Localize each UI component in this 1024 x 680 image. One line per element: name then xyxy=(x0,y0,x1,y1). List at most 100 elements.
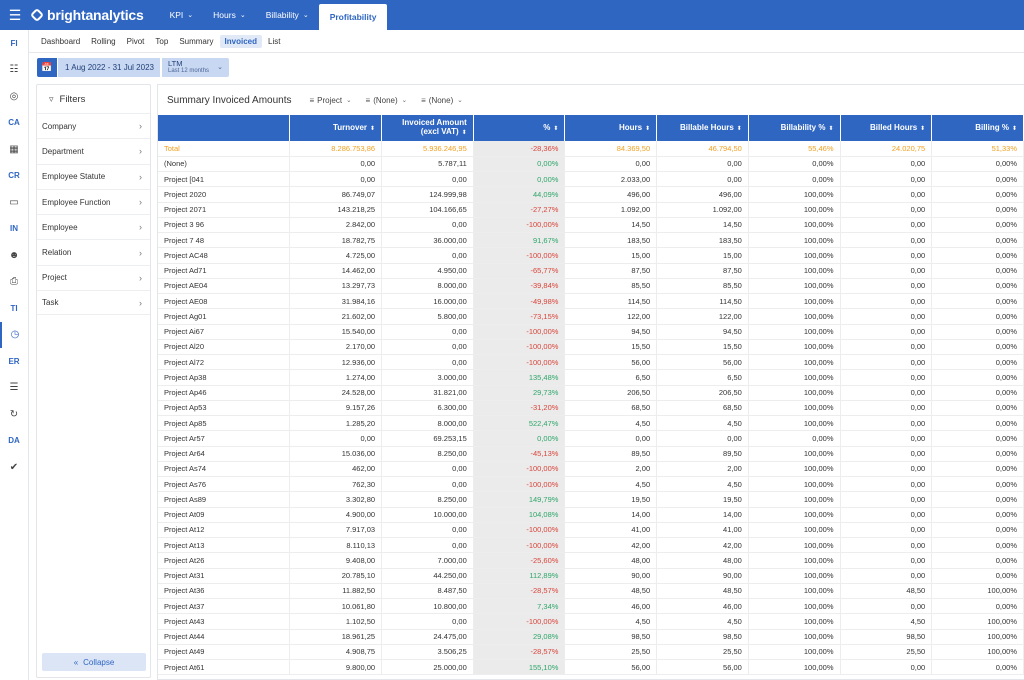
period-selector[interactable]: LTM Last 12 months ⌄ xyxy=(162,58,229,77)
table-row[interactable]: Project At31 20.785,10 44.250,00 112,89% 90,… xyxy=(158,568,1024,584)
filter-relation[interactable]: Relation › xyxy=(37,239,150,264)
table-row[interactable]: Project 2071 143.218,25 104.166,65 -27,27% 1… xyxy=(158,202,1024,218)
rail-item-ti[interactable]: TI xyxy=(0,295,28,322)
table-row[interactable]: Project Ai67 15.540,00 0,00 -100,00% 94,50 94… xyxy=(158,324,1024,340)
table-row[interactable]: Project At09 4.900,00 10.000,00 104,08% 14,0… xyxy=(158,507,1024,523)
table-row[interactable]: Project Ap85 1.285,20 8.000,00 522,47% 4,50 4… xyxy=(158,415,1024,432)
table-row[interactable]: Project Ar57 0,00 69.253,15 0,00% 0,00 0,00 0,… xyxy=(158,430,1024,447)
column-header-hours[interactable]: Hours ⬍ xyxy=(564,115,658,141)
column-header-billability[interactable]: Billability % ⬍ xyxy=(748,115,841,141)
tab-profitability[interactable]: Profitability xyxy=(318,4,388,30)
table-row[interactable]: Project 3 96 2.842,00 0,00 -100,00% 14,50 14,… xyxy=(158,217,1024,234)
tab-billability[interactable]: Billability ⌄ xyxy=(256,0,319,30)
grid-icon[interactable]: ☷ xyxy=(0,57,28,84)
filter-department[interactable]: Department › xyxy=(37,138,150,163)
table-row[interactable]: Project At44 18.961,25 24.475,00 29,08% 98,5… xyxy=(158,629,1024,645)
cell-hours: 496,00 xyxy=(564,186,658,203)
table-row[interactable]: Project At26 9.408,00 7.000,00 -25,60% 48,00… xyxy=(158,552,1024,569)
subtab-rolling[interactable]: Rolling xyxy=(86,35,120,48)
clock-icon[interactable]: ◷ xyxy=(0,321,28,348)
subtab-list[interactable]: List xyxy=(263,35,285,48)
subtab-invoiced[interactable]: Invoiced xyxy=(219,34,262,48)
cell-billability: 55,46% xyxy=(748,141,841,157)
table-row[interactable]: Project Ap38 1.274,00 3.000,00 135,48% 6,50 6… xyxy=(158,369,1024,386)
cell-billable-hours: 0,00 xyxy=(656,156,749,173)
grouping-selector-3[interactable]: ≡ (None) ⌄ xyxy=(421,96,463,105)
subtab-top[interactable]: Top xyxy=(150,35,173,48)
table-row[interactable]: Project [041 0,00 0,00 0,00% 2.033,00 0,00 0,0… xyxy=(158,171,1024,188)
filter-task[interactable]: Task › xyxy=(37,290,150,316)
row-label: Project 7 48 xyxy=(158,232,291,249)
table-row[interactable]: Project As74 462,00 0,00 -100,00% 2,00 2,00 10… xyxy=(158,461,1024,478)
table-row[interactable]: Project At61 9.800,00 25.000,00 155,10% 56,0… xyxy=(158,659,1024,676)
check-badge-icon[interactable]: ✔ xyxy=(0,454,28,481)
cell-hours: 0,00 xyxy=(564,156,658,173)
table-row[interactable]: Project At13 8.110,13 0,00 -100,00% 42,00 42,… xyxy=(158,537,1024,554)
rail-item-in[interactable]: IN xyxy=(0,216,28,243)
cell-invoiced-amount-excl-vat: 0,00 xyxy=(381,522,474,539)
table-row[interactable]: Project Ad71 14.462,00 4.950,00 -65,77% 87,5… xyxy=(158,263,1024,279)
refresh-icon[interactable]: ↻ xyxy=(0,401,28,428)
table-row[interactable]: Project At49 4.908,75 3.506,25 -28,57% 25,50… xyxy=(158,644,1024,661)
table-row[interactable]: Project AE08 31.984,16 16.000,00 -49,98% 114… xyxy=(158,293,1024,310)
money-icon[interactable]: ▭ xyxy=(0,189,28,216)
tab-kpi[interactable]: KPI ⌄ xyxy=(160,0,204,30)
table-row[interactable]: Project At36 11.882,50 8.487,50 -28,57% 48,5… xyxy=(158,583,1024,600)
table-row[interactable]: Project Ap53 9.157,26 6.300,00 -31,20% 68,50… xyxy=(158,400,1024,417)
table-row[interactable]: Project AC48 4.725,00 0,00 -100,00% 15,00 15,… xyxy=(158,247,1024,264)
column-header-billable-hours[interactable]: Billable Hours ⬍ xyxy=(656,115,749,141)
row-label: Project AC48 xyxy=(158,247,291,264)
table-row[interactable]: Project Ar64 15.036,00 8.250,00 -45,13% 89,5… xyxy=(158,446,1024,462)
cell-billable-hours: 15,50 xyxy=(656,339,749,356)
building-icon[interactable]: ▦ xyxy=(0,136,28,163)
face-icon[interactable]: ☻ xyxy=(0,242,28,269)
table-row[interactable]: Project AE04 13.297,73 8.000,00 -39,84% 85,5… xyxy=(158,278,1024,295)
filter-employee-statute[interactable]: Employee Statute › xyxy=(37,163,150,189)
table-row[interactable]: Project Ag01 21.602,00 5.800,00 -73,15% 122,… xyxy=(158,308,1024,325)
rail-item-fi[interactable]: FI xyxy=(0,30,28,57)
filter-company[interactable]: Company › xyxy=(37,113,150,138)
rail-item-da[interactable]: DA xyxy=(0,428,28,455)
table-row[interactable]: Project Al72 12.936,00 0,00 -100,00% 56,00 56… xyxy=(158,354,1024,371)
subtab-pivot[interactable]: Pivot xyxy=(122,35,150,48)
total-row[interactable]: Total 8.286.753,86 5.936.246,95 -28,36% 84.3… xyxy=(158,141,1024,157)
collapse-button[interactable]: « Collapse xyxy=(42,653,146,671)
table-row[interactable]: Project Al20 2.170,00 0,00 -100,00% 15,50 15,… xyxy=(158,339,1024,356)
table-row[interactable]: Project At37 10.061,80 10.800,00 7,34% 46,00… xyxy=(158,598,1024,615)
column-header-billing[interactable]: Billing % ⬍ xyxy=(931,115,1024,141)
table-row[interactable]: Project Ap46 24.528,00 31.821,00 29,73% 206,… xyxy=(158,385,1024,401)
cell-invoiced-amount-excl-vat: 8.250,00 xyxy=(381,446,474,462)
rail-item-er[interactable]: ER xyxy=(0,348,28,375)
grouping-selector-1[interactable]: ≡ Project ⌄ xyxy=(310,96,352,105)
filter-project[interactable]: Project › xyxy=(37,264,150,290)
grouping-selector-2[interactable]: ≡ (None) ⌄ xyxy=(366,96,408,105)
filter-employee-function[interactable]: Employee Function › xyxy=(37,188,150,214)
rail-item-ca[interactable]: CA xyxy=(0,110,28,137)
date-range-selector[interactable]: 1 Aug 2022 - 31 Jul 2023 xyxy=(58,58,160,77)
table-row[interactable]: Project At43 1.102,50 0,00 -100,00% 4,50 4,50… xyxy=(158,613,1024,630)
table-row[interactable]: Project As76 762,30 0,00 -100,00% 4,50 4,50 10… xyxy=(158,476,1024,493)
report-icon[interactable]: ☰ xyxy=(0,375,28,402)
cell-hours: 2.033,00 xyxy=(564,171,658,188)
cell-turnover: 9.157,26 xyxy=(289,400,383,417)
table-row[interactable]: Project 2020 86.749,07 124.999,98 44,09% 496… xyxy=(158,186,1024,203)
tab-hours[interactable]: Hours ⌄ xyxy=(203,0,256,30)
filter-employee[interactable]: Employee › xyxy=(37,214,150,239)
table-row[interactable]: (None) 0,00 5.787,11 0,00% 0,00 0,00 0,00% 0,00… xyxy=(158,156,1024,173)
table-row[interactable]: Project 7 48 18.782,75 36.000,00 91,67% 183,… xyxy=(158,232,1024,249)
document-dollar-icon[interactable]: ⎙ xyxy=(0,269,28,296)
globe-icon[interactable]: ◎ xyxy=(0,83,28,110)
calendar-icon[interactable]: 📅 xyxy=(37,58,57,77)
brand-logo[interactable]: brightanalytics xyxy=(30,7,144,23)
table-row[interactable]: Project At12 7.917,03 0,00 -100,00% 41,00 41,… xyxy=(158,522,1024,539)
subtab-summary[interactable]: Summary xyxy=(174,35,218,48)
column-header-turnover[interactable]: Turnover ⬍ xyxy=(289,115,383,141)
menu-icon[interactable]: ☰ xyxy=(0,0,30,30)
column-header-billed-hours[interactable]: Billed Hours ⬍ xyxy=(840,115,933,141)
table-row[interactable]: Project As89 3.302,80 8.250,00 149,79% 19,50… xyxy=(158,491,1024,508)
rail-item-cr[interactable]: CR xyxy=(0,163,28,190)
subtab-dashboard[interactable]: Dashboard xyxy=(36,35,85,48)
column-header-item[interactable]: % ⬍ xyxy=(473,115,566,141)
cell-billing: 0,00% xyxy=(931,369,1024,386)
column-header-invoiced-amount-excl-vat[interactable]: Invoiced Amount (excl VAT) ⬍ xyxy=(381,115,474,141)
